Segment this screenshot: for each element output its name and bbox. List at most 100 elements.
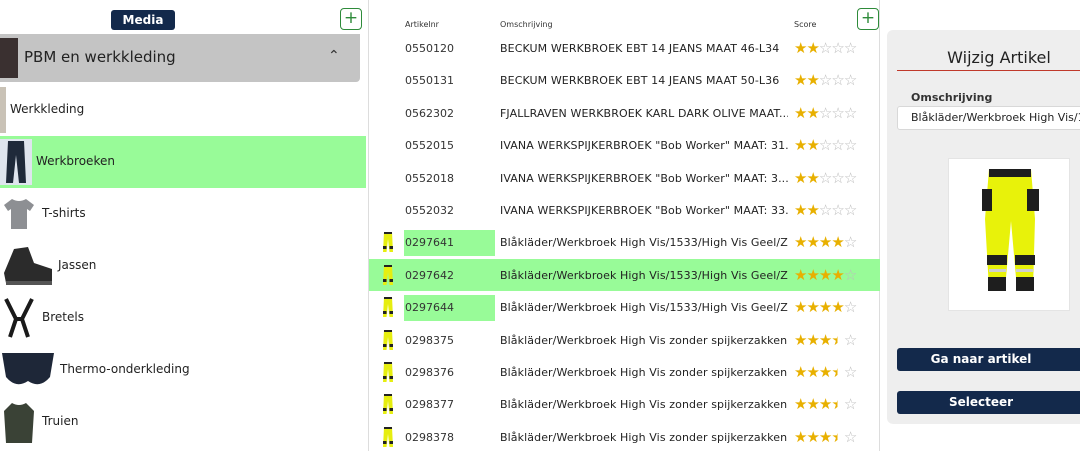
score-rating: ★★☆☆☆ [794,136,857,155]
thermal-underwear-thumbnail-icon [2,353,54,385]
star-filled-icon: ★ [794,103,807,122]
score-rating: ★★★★☆ [794,427,857,446]
star-filled-icon: ★ [794,71,807,90]
table-row[interactable]: 0550120 BECKUM WERKBROEK EBT 14 JEANS MAA… [369,32,880,64]
table-row[interactable]: 0297642 Blåkläder/Werkbroek High Vis/1533… [369,258,880,292]
category-header-pbm[interactable]: PBM en werkkleding ⌃ [0,34,360,82]
table-row[interactable]: 0298375 Blåkläder/Werkbroek High Vis zond… [369,324,880,356]
column-header-artikelnr[interactable]: Artikelnr [405,20,439,29]
category-item-thermo-onderkleding[interactable]: Thermo-onderkleding [0,344,366,396]
omschrijving-cell: BECKUM WERKBROEK EBT 14 JEANS MAAT 46-L3… [500,42,780,55]
star-half-icon: ★ [831,330,844,349]
category-item-werkbroeken[interactable]: Werkbroeken [0,136,366,188]
star-empty-icon: ☆ [843,395,857,414]
score-rating: ★★★★☆ [794,395,857,414]
star-filled-icon: ★ [794,265,807,284]
category-item-label: Truien [42,414,79,428]
star-filled-icon: ★ [794,330,807,349]
star-filled-icon: ★ [794,395,807,414]
category-item-label: Jassen [58,258,97,272]
media-tab[interactable]: Media [111,10,175,30]
add-article-button[interactable]: + [857,8,879,30]
star-filled-icon: ★ [806,200,819,219]
star-empty-icon: ☆ [831,71,844,90]
star-filled-icon: ★ [806,395,819,414]
omschrijving-cell: Blåkläder/Werkbroek High Vis zonder spij… [500,333,788,347]
star-half-icon: ★ [831,395,844,414]
star-filled-icon: ★ [794,233,807,252]
category-item-tshirts[interactable]: T-shirts [0,188,366,240]
pbm-thumbnail-icon [0,38,18,78]
category-panel: Media + PBM en werkkleding ⌃ Werkkleding… [0,0,366,451]
star-empty-icon: ☆ [831,136,844,155]
column-header-omschrijving[interactable]: Omschrijving [500,20,553,29]
star-filled-icon: ★ [794,168,807,187]
category-item-truien[interactable]: Truien [0,396,366,448]
omschrijving-cell: Blåkläder/Werkbroek High Vis/1533/High V… [500,236,788,250]
star-empty-icon: ☆ [831,103,844,122]
star-filled-icon: ★ [806,330,819,349]
omschrijving-cell: Blåkläder/Werkbroek High Vis zonder spij… [500,398,788,412]
star-filled-icon: ★ [794,39,807,57]
category-item-bretels[interactable]: Bretels [0,292,366,344]
table-row[interactable]: 0298377 Blåkläder/Werkbroek High Vis zond… [369,388,880,420]
trousers-thumbnail-icon [383,297,393,318]
star-filled-icon: ★ [794,427,807,446]
star-empty-icon: ☆ [843,298,857,317]
article-table: 0550120 BECKUM WERKBROEK EBT 14 JEANS MAA… [369,32,880,451]
add-category-button[interactable]: + [340,8,362,30]
omschrijving-cell: IVANA WERKSPIJKERBROEK "Bob Worker" MAAT… [500,203,788,217]
artikelnr-cell: 0562302 [405,106,454,120]
category-header-label: PBM en werkkleding [24,48,176,66]
category-item-jassen[interactable]: Jassen [0,240,366,292]
table-row[interactable]: 0297644 Blåkläder/Werkbroek High Vis/1533… [369,291,880,323]
omschrijving-cell: Blåkläder/Werkbroek High Vis zonder spij… [500,365,788,379]
chevron-up-icon[interactable]: ⌃ [328,48,340,64]
category-item-label: Werkkleding [10,102,85,116]
star-empty-icon: ☆ [843,330,857,349]
star-filled-icon: ★ [806,168,819,187]
star-empty-icon: ☆ [843,265,857,284]
sweater-thumbnail-icon [4,403,34,443]
table-row[interactable]: 0297641 Blåkläder/Werkbroek High Vis/1533… [369,226,880,258]
table-row[interactable]: 0552032 IVANA WERKSPIJKERBROEK "Bob Worke… [369,194,880,226]
goto-article-button[interactable]: Ga naar artikel [897,348,1080,371]
table-row[interactable]: 0298378 Blåkläder/Werkbroek High Vis zond… [369,421,880,451]
star-empty-icon: ☆ [843,136,857,155]
star-empty-icon: ☆ [843,200,857,219]
star-empty-icon: ☆ [843,233,857,252]
star-half-icon: ★ [831,362,844,381]
star-empty-icon: ☆ [831,39,844,57]
table-row[interactable]: 0552015 IVANA WERKSPIJKERBROEK "Bob Worke… [369,129,880,161]
score-rating: ★★★★☆ [794,298,857,317]
star-filled-icon: ★ [818,265,832,284]
omschrijving-cell: Blåkläder/Werkbroek High Vis zonder spij… [500,430,788,444]
category-item-werkkleding[interactable]: Werkkleding [0,84,366,136]
omschrijving-cell: BECKUM WERKBROEK EBT 14 JEANS MAAT 50-L3… [500,74,780,88]
table-row[interactable]: 0552018 IVANA WERKSPIJKERBROEK "Bob Worke… [369,162,880,194]
star-empty-icon: ☆ [843,103,857,122]
category-item-label: Thermo-onderkleding [60,362,190,376]
trousers-thumbnail-icon [383,232,393,253]
column-header-score[interactable]: Score [794,20,816,29]
omschrijving-field[interactable]: Blåkläder/Werkbroek High Vis/1533/High V… [897,106,1080,130]
star-filled-icon: ★ [806,233,819,252]
omschrijving-cell: Blåkläder/Werkbroek High Vis/1533/High V… [500,301,788,315]
select-button[interactable]: Selecteer [897,391,1080,414]
star-filled-icon: ★ [806,298,819,317]
article-list-panel: Artikelnr Omschrijving Score + 0550120 BE… [368,0,880,451]
star-filled-icon: ★ [806,362,819,381]
score-rating: ★★★★☆ [794,362,857,381]
table-row[interactable]: 0550131 BECKUM WERKBROEK EBT 14 JEANS MAA… [369,64,880,96]
category-item-label: T-shirts [42,206,86,220]
workwear-thumbnail-icon [0,87,6,133]
star-filled-icon: ★ [794,362,807,381]
score-rating: ★★★★☆ [794,233,857,252]
star-filled-icon: ★ [831,233,844,252]
table-row[interactable]: 0562302 FJALLRAVEN WERKBROEK KARL DARK OL… [369,97,880,129]
trousers-thumbnail-icon [383,264,393,285]
star-empty-icon: ☆ [818,136,832,155]
work-trousers-thumbnail-icon [0,139,32,185]
table-row[interactable]: 0298376 Blåkläder/Werkbroek High Vis zond… [369,356,880,388]
omschrijving-cell: IVANA WERKSPIJKERBROEK "Bob Worker" MAAT… [500,139,788,153]
